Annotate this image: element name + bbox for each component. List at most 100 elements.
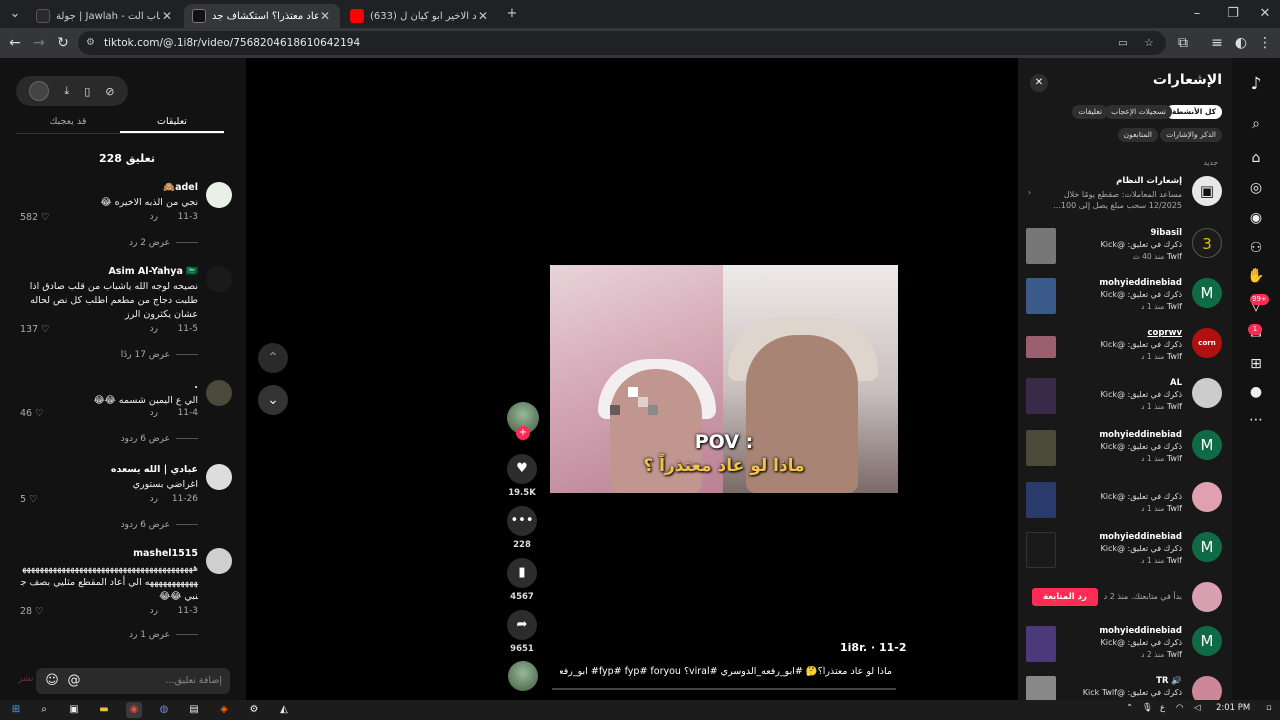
notifications-icon[interactable]: ▫: [1266, 703, 1272, 713]
video-thumbnail[interactable]: [1026, 676, 1056, 700]
app-icon[interactable]: ◭: [276, 702, 292, 718]
reply-button[interactable]: رد: [150, 494, 158, 504]
mic-icon[interactable]: 🎙: [1142, 703, 1153, 713]
comment-user[interactable]: mashel1515: [133, 548, 198, 559]
like-count[interactable]: 137 ♡: [20, 324, 50, 335]
avatar[interactable]: [206, 182, 232, 208]
search-icon[interactable]: ⌕: [1244, 112, 1268, 136]
friends-icon[interactable]: ⚇: [1244, 236, 1268, 260]
mention-icon[interactable]: @: [66, 668, 82, 694]
video-thumbnail[interactable]: [1026, 228, 1056, 264]
app-icon[interactable]: ⚙: [246, 702, 262, 718]
heart-icon[interactable]: ♥: [507, 454, 537, 484]
chrome-icon[interactable]: ◉: [126, 702, 142, 718]
view-replies-button[interactable]: عرض 2 رد: [129, 238, 198, 248]
site-info-icon[interactable]: ⚙: [86, 31, 95, 55]
profile-icon[interactable]: ●: [1244, 380, 1268, 404]
heart-icon[interactable]: ♡: [35, 408, 44, 419]
forward-icon[interactable]: →: [30, 34, 48, 52]
app-icon[interactable]: ◈: [216, 702, 232, 718]
previous-video-button[interactable]: ⌃: [258, 343, 288, 373]
filter-followers[interactable]: المتابعون: [1117, 128, 1158, 142]
notification-item[interactable]: ذكرك في تعليق: @Kick Twlf منذ 1 د: [1026, 482, 1222, 528]
window-close-icon[interactable]: ✕: [1256, 5, 1274, 23]
following-avatar-icon[interactable]: ◉: [1244, 206, 1268, 230]
language-indicator[interactable]: ع: [1160, 703, 1165, 713]
app-icon[interactable]: ▤: [186, 702, 202, 718]
notification-item[interactable]: TR 🔊 ذكرك في تعليق: @Kick Twlf: [1026, 676, 1222, 700]
new-tab-button[interactable]: +: [503, 5, 521, 23]
tab-comments[interactable]: تعليقات: [120, 112, 224, 133]
profile-icon[interactable]: ◐: [1232, 34, 1250, 52]
like-count[interactable]: 5 ♡: [20, 494, 38, 505]
tab-related[interactable]: قد يعجبك: [16, 112, 120, 133]
video-thumbnail[interactable]: [1026, 336, 1056, 358]
avatar[interactable]: [206, 380, 232, 406]
view-replies-button[interactable]: عرض 6 ردود: [121, 520, 198, 530]
video-thumbnail[interactable]: [1026, 378, 1056, 414]
cast-icon[interactable]: ▭: [1114, 31, 1132, 55]
notification-item[interactable]: M mohyieddinebiad ذكرك في تعليق: @Kick T…: [1026, 430, 1222, 476]
notification-item[interactable]: corn coprwv ذكرك في تعليق: @Kick Twlf من…: [1026, 328, 1222, 374]
tab-search-icon[interactable]: ⌄: [6, 5, 24, 23]
avatar[interactable]: [29, 81, 50, 101]
file-explorer-icon[interactable]: ▬: [96, 702, 112, 718]
address-bar[interactable]: ⚙ tiktok.com/@.1i8r/video/75682046186106…: [78, 31, 1166, 55]
media-icon[interactable]: ≡: [1208, 34, 1226, 52]
like-count[interactable]: 582 ♡: [20, 212, 50, 223]
avatar[interactable]: [508, 661, 538, 691]
speed-icon[interactable]: ⊘: [105, 85, 114, 98]
view-replies-button[interactable]: عرض 17 ردًا: [121, 350, 198, 360]
clock[interactable]: 2:01 PM: [1216, 703, 1250, 713]
home-icon[interactable]: ⌂: [1244, 146, 1268, 170]
heart-icon[interactable]: ♡: [41, 324, 50, 335]
video-player[interactable]: POV : ماذا لو عاد معتذراً ؟: [550, 265, 898, 493]
filter-likes[interactable]: تسجيلات الإعجاب: [1105, 105, 1172, 119]
bookmark-star-icon[interactable]: ☆: [1140, 31, 1158, 55]
tray-chevron-icon[interactable]: ⌃: [1126, 703, 1133, 713]
back-icon[interactable]: ←: [6, 34, 24, 52]
live-icon[interactable]: ✋: [1244, 264, 1268, 288]
like-action[interactable]: ♥ 19.5K: [506, 454, 538, 498]
download-icon[interactable]: ⤓: [64, 84, 69, 98]
volume-icon[interactable]: ◁: [1194, 703, 1201, 713]
close-icon[interactable]: ✕: [1030, 74, 1048, 92]
share-action[interactable]: ➦ 9651: [506, 610, 538, 654]
save-action[interactable]: ▮ 4567: [506, 558, 538, 602]
next-video-button[interactable]: ⌄: [258, 385, 288, 415]
heart-icon[interactable]: ♡: [29, 494, 38, 505]
comment-input[interactable]: إضافة تعليق... @ ☺: [36, 668, 230, 694]
filter-comments[interactable]: تعليقات: [1072, 105, 1108, 119]
like-count[interactable]: 46 ♡: [20, 408, 44, 419]
upload-plus-icon[interactable]: ⊞: [1244, 352, 1268, 376]
view-replies-button[interactable]: عرض 1 رد: [129, 630, 198, 640]
like-count[interactable]: 28 ♡: [20, 606, 44, 617]
video-thumbnail[interactable]: [1026, 532, 1056, 568]
comment-user[interactable]: adel🙈: [163, 182, 198, 193]
reply-button[interactable]: رد: [150, 212, 158, 222]
reply-button[interactable]: رد: [150, 324, 158, 334]
minimize-icon[interactable]: –: [1188, 5, 1206, 23]
notification-item[interactable]: M mohyieddinebiad ذكرك في تعليق: @Kick T…: [1026, 626, 1222, 672]
view-replies-button[interactable]: عرض 6 ردود: [121, 434, 198, 444]
windows-start-icon[interactable]: ⊞: [8, 702, 24, 718]
tab-tiktok[interactable]: ماذا لو عاد معتذراً؟ استكشاف جد... ✕: [184, 4, 340, 28]
tab-jawlah[interactable]: جولة | Jawlah - منصة الألعاب الت... ✕: [28, 4, 182, 28]
video-progress-bar[interactable]: [552, 688, 896, 690]
notification-item[interactable]: AL ذكرك في تعليق: @Kick Twlf منذ 1 د: [1026, 378, 1222, 424]
heart-icon[interactable]: ♡: [41, 212, 50, 223]
video-author[interactable]: 1i8r. · 11-2: [840, 641, 906, 654]
post-button[interactable]: نشر: [18, 674, 34, 684]
heart-icon[interactable]: ♡: [35, 606, 44, 617]
explore-compass-icon[interactable]: ◎: [1244, 176, 1268, 200]
phone-icon[interactable]: ▯: [84, 85, 90, 98]
comment-user[interactable]: .: [194, 380, 198, 391]
notification-item[interactable]: M mohyieddinebiad ذكرك في تعليق: @Kick T…: [1026, 278, 1222, 324]
follow-back-button[interactable]: رد المتابعة: [1032, 588, 1098, 606]
video-thumbnail[interactable]: [1026, 278, 1056, 314]
comment-action[interactable]: ••• 228: [506, 506, 538, 550]
video-thumbnail[interactable]: [1026, 482, 1056, 518]
video-thumbnail[interactable]: [1026, 430, 1056, 466]
avatar[interactable]: [206, 464, 232, 490]
tiktok-logo-icon[interactable]: ♪: [1244, 72, 1268, 96]
